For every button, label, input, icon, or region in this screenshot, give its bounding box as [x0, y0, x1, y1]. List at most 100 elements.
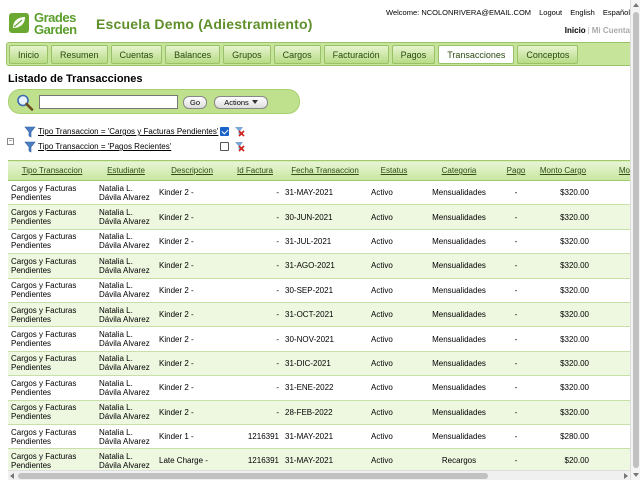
scroll-down-arrow-icon[interactable]: [633, 473, 639, 477]
cell-id-factura: -: [228, 326, 282, 352]
cell-monto: [592, 204, 630, 230]
cell-categoria: Mensualidades: [420, 302, 498, 328]
cell-estatus: Activo: [368, 180, 420, 206]
collapse-filters-toggle[interactable]: −: [7, 138, 14, 145]
grades-garden-logo[interactable]: Grades Garden: [8, 10, 88, 37]
cell-monto-cargo: $320.00: [534, 253, 592, 279]
table-row[interactable]: Cargos y Facturas Pendientes Natalia L. D…: [8, 278, 630, 303]
column-header-estudiante[interactable]: Estudiante: [96, 160, 156, 181]
cell-estudiante: Natalia L. Dávila Alvarez: [96, 400, 156, 425]
table-row[interactable]: Cargos y Facturas Pendientes Natalia L. D…: [8, 351, 630, 377]
remove-filter-icon[interactable]: [234, 141, 245, 152]
tab-balances[interactable]: Balances: [165, 44, 221, 64]
page-title: Listado de Transacciones: [8, 73, 143, 85]
inicio-link[interactable]: Inicio: [565, 26, 586, 35]
cell-id-factura: -: [228, 204, 282, 230]
mi-cuenta-link[interactable]: Mi Cuenta: [592, 26, 630, 35]
welcome-text: Welcome: NCOLONRIVERA@EMAIL.COM: [386, 8, 532, 17]
cell-estatus: Activo: [368, 229, 420, 255]
table-row[interactable]: Cargos y Facturas Pendientes Natalia L. D…: [8, 253, 630, 279]
transactions-table: Tipo Transaccion Estudiante Descripcion Id …: [8, 160, 630, 470]
tab-resumen[interactable]: Resumen: [51, 44, 108, 64]
table-row[interactable]: Cargos y Facturas Pendientes Natalia L. D…: [8, 448, 630, 470]
cell-fecha-transaccion: 31-MAY-2021: [282, 424, 368, 450]
tab-cuentas[interactable]: Cuentas: [110, 44, 163, 64]
tab-inicio[interactable]: Inicio: [9, 44, 49, 64]
scroll-right-arrow-icon[interactable]: [624, 473, 628, 479]
column-header-monto-cargo[interactable]: Monto Cargo: [534, 160, 592, 181]
tab-transacciones[interactable]: Transacciones: [438, 44, 515, 64]
school-name: Escuela Demo (Adiestramiento): [96, 16, 313, 32]
column-header-pago[interactable]: Pago: [498, 160, 534, 181]
cell-monto-cargo: $320.00: [534, 204, 592, 230]
cell-categoria: Mensualidades: [420, 326, 498, 352]
table-row[interactable]: Cargos y Facturas Pendientes Natalia L. D…: [8, 302, 630, 328]
tab-facturaci-n[interactable]: Facturación: [323, 44, 389, 64]
cell-pago: -: [498, 180, 534, 206]
scroll-left-arrow-icon[interactable]: [10, 473, 14, 479]
cell-fecha-transaccion: 31-MAY-2021: [282, 180, 368, 206]
logout-link[interactable]: Logout: [539, 8, 562, 17]
vertical-scroll-thumb[interactable]: [633, 12, 639, 468]
filter-enable-checkbox[interactable]: [220, 127, 229, 136]
column-header-id-factura[interactable]: Id Factura: [228, 160, 282, 181]
cell-pago: -: [498, 400, 534, 425]
espanol-link[interactable]: Español: [603, 8, 630, 17]
cell-monto-cargo: $320.00: [534, 375, 592, 401]
logo-text-garden: Garden: [34, 22, 77, 37]
tab-pagos[interactable]: Pagos: [391, 44, 436, 64]
column-header-estatus[interactable]: Estatus: [368, 160, 420, 181]
cell-monto: [592, 229, 630, 255]
cell-pago: -: [498, 448, 534, 470]
actions-button[interactable]: Actions: [214, 96, 268, 109]
table-row[interactable]: Cargos y Facturas Pendientes Natalia L. D…: [8, 375, 630, 401]
cell-monto-cargo: $320.00: [534, 302, 592, 328]
cell-tipo-transaccion: Cargos y Facturas Pendientes: [8, 302, 96, 328]
table-row[interactable]: Cargos y Facturas Pendientes Natalia L. D…: [8, 400, 630, 425]
cell-categoria: Mensualidades: [420, 253, 498, 279]
table-row[interactable]: Cargos y Facturas Pendientes Natalia L. D…: [8, 424, 630, 450]
tab-conceptos[interactable]: Conceptos: [517, 44, 579, 64]
cell-tipo-transaccion: Cargos y Facturas Pendientes: [8, 278, 96, 303]
table-row[interactable]: Cargos y Facturas Pendientes Natalia L. D…: [8, 204, 630, 230]
filter-link[interactable]: Tipo Transaccion = 'Pagos Recientes': [38, 142, 171, 151]
tab-grupos[interactable]: Grupos: [223, 44, 271, 64]
cell-estatus: Activo: [368, 278, 420, 303]
cell-pago: -: [498, 326, 534, 352]
column-header-monto[interactable]: Monto: [592, 160, 630, 181]
filter-link[interactable]: Tipo Transaccion = 'Cargos y Facturas Pe…: [38, 127, 218, 136]
table-row[interactable]: Cargos y Facturas Pendientes Natalia L. D…: [8, 326, 630, 352]
cell-estudiante: Natalia L. Dávila Alvarez: [96, 424, 156, 450]
remove-filter-icon[interactable]: [234, 126, 245, 137]
column-header-tipo-transaccion[interactable]: Tipo Transaccion: [8, 160, 96, 181]
cell-descripcion: Kinder 2 -: [156, 375, 228, 401]
horizontal-scroll-thumb[interactable]: [18, 473, 488, 479]
cell-fecha-transaccion: 31-MAY-2021: [282, 448, 368, 470]
cell-pago: -: [498, 302, 534, 328]
cell-estatus: Activo: [368, 424, 420, 450]
search-icon[interactable]: [16, 94, 34, 111]
vertical-scrollbar[interactable]: [630, 0, 640, 480]
cell-id-factura: -: [228, 351, 282, 377]
cell-tipo-transaccion: Cargos y Facturas Pendientes: [8, 326, 96, 352]
cell-estudiante: Natalia L. Dávila Alvarez: [96, 180, 156, 206]
scroll-up-arrow-icon[interactable]: [633, 3, 639, 7]
english-link[interactable]: English: [570, 8, 595, 17]
tab-cargos[interactable]: Cargos: [273, 44, 321, 64]
column-header-fecha-transaccion[interactable]: Fecha Transaccion: [282, 160, 368, 181]
table-row[interactable]: Cargos y Facturas Pendientes Natalia L. D…: [8, 180, 630, 206]
cell-id-factura: 1216391: [228, 424, 282, 450]
cell-categoria: Mensualidades: [420, 204, 498, 230]
table-row[interactable]: Cargos y Facturas Pendientes Natalia L. D…: [8, 229, 630, 255]
horizontal-scrollbar[interactable]: [8, 470, 630, 480]
cell-monto-cargo: $320.00: [534, 278, 592, 303]
go-button[interactable]: Go: [183, 96, 207, 109]
cell-tipo-transaccion: Cargos y Facturas Pendientes: [8, 351, 96, 377]
search-input[interactable]: [39, 95, 178, 109]
cell-fecha-transaccion: 28-FEB-2022: [282, 400, 368, 425]
cell-monto-cargo: $320.00: [534, 180, 592, 206]
cell-id-factura: -: [228, 229, 282, 255]
filter-enable-checkbox[interactable]: [220, 142, 229, 151]
column-header-descripcion[interactable]: Descripcion: [156, 160, 228, 181]
column-header-categoria[interactable]: Categoria: [420, 160, 498, 181]
